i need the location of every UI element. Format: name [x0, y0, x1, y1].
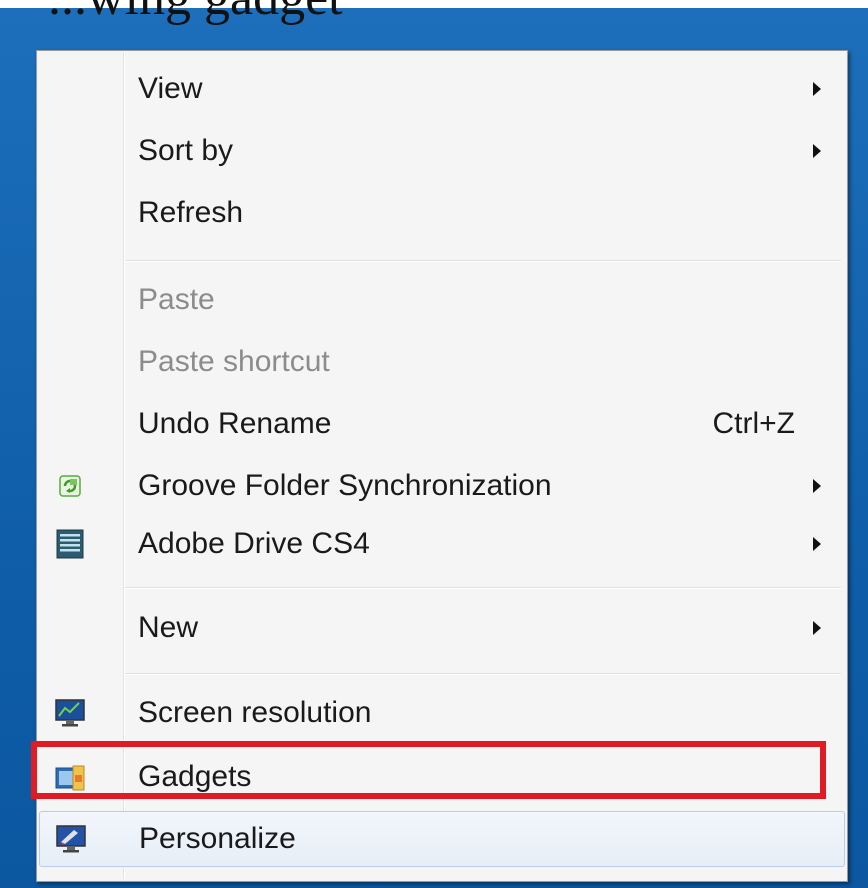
menu-item-shortcut: Ctrl+Z: [712, 407, 796, 440]
menu-item-undo-rename[interactable]: Undo Rename Ctrl+Z: [39, 396, 845, 452]
menu-item-label: View: [138, 72, 203, 105]
menu-item-label: Paste shortcut: [138, 345, 330, 378]
menu-item-label: Groove Folder Synchronization: [138, 469, 552, 502]
menu-item-sort-by[interactable]: Sort by: [39, 123, 845, 179]
menu-item-gadgets[interactable]: Gadgets: [39, 749, 845, 805]
menu-separator: [125, 260, 841, 262]
menu-item-label: Adobe Drive CS4: [138, 527, 370, 560]
groove-sync-icon: [53, 469, 87, 503]
gadgets-icon: [53, 760, 87, 794]
context-menu: View Sort by Refresh Paste Paste shortcu…: [36, 50, 848, 882]
page: ...wing gadget View Sort by Refresh: [0, 0, 868, 888]
menu-item-label: Undo Rename: [138, 407, 332, 440]
monitor-icon: [53, 696, 87, 730]
menu-item-label: Gadgets: [138, 760, 252, 793]
menu-item-label: Paste: [138, 283, 215, 316]
menu-item-label: New: [138, 611, 199, 644]
menu-separator: [125, 673, 841, 675]
caption-text: ...wing gadget: [48, 0, 343, 24]
context-menu-body: View Sort by Refresh Paste Paste shortcu…: [39, 53, 845, 879]
submenu-arrow-icon: [813, 621, 821, 635]
menu-item-label: Sort by: [138, 134, 234, 167]
menu-item-view[interactable]: View: [39, 61, 845, 117]
submenu-arrow-icon: [813, 144, 821, 158]
menu-item-label: Screen resolution: [138, 696, 372, 729]
menu-item-label: Refresh: [138, 196, 244, 229]
menu-item-adobe-drive[interactable]: Adobe Drive CS4: [39, 516, 845, 572]
menu-item-groove-folder-sync[interactable]: Groove Folder Synchronization: [39, 458, 845, 514]
menu-item-screen-resolution[interactable]: Screen resolution: [39, 685, 845, 741]
desktop-background: ...wing gadget View Sort by Refresh: [0, 0, 868, 888]
menu-item-new[interactable]: New: [39, 600, 845, 656]
menu-item-paste-shortcut[interactable]: Paste shortcut: [39, 334, 845, 390]
menu-item-personalize[interactable]: Personalize: [39, 811, 845, 867]
menu-item-refresh[interactable]: Refresh: [39, 185, 845, 241]
personalize-icon: [54, 822, 88, 856]
menu-item-label: Personalize: [139, 822, 296, 855]
submenu-arrow-icon: [813, 537, 821, 551]
menu-item-paste[interactable]: Paste: [39, 272, 845, 328]
menu-separator: [125, 587, 841, 589]
submenu-arrow-icon: [813, 479, 821, 493]
adobe-drive-icon: [53, 527, 87, 561]
submenu-arrow-icon: [813, 82, 821, 96]
